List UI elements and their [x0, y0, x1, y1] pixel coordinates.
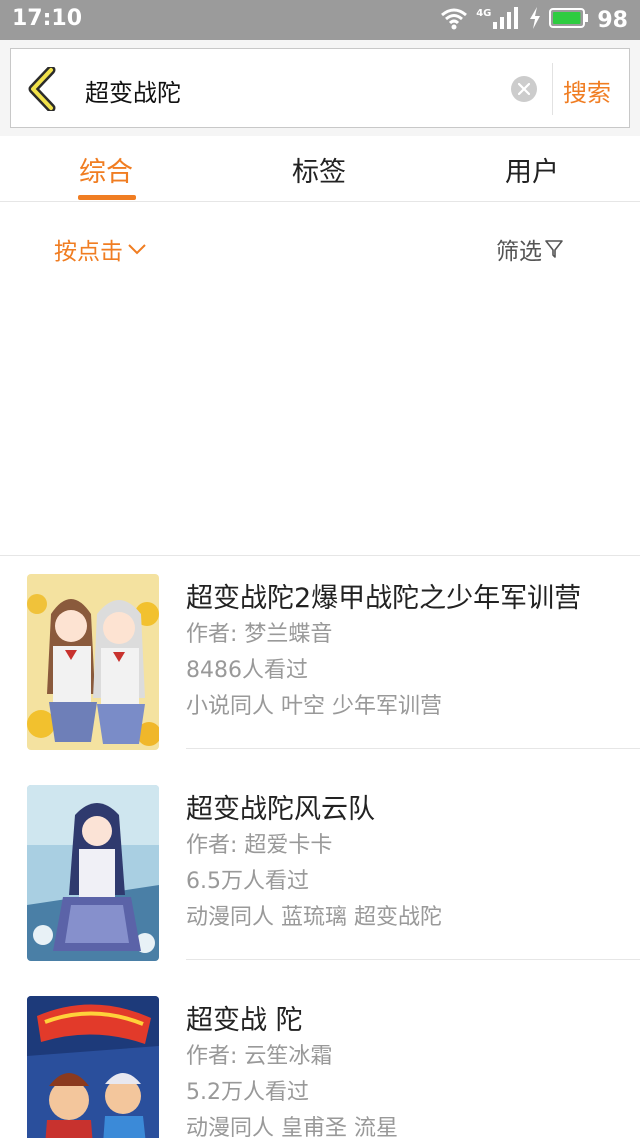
network-type-label: 4G: [476, 7, 492, 19]
back-button[interactable]: [25, 65, 65, 113]
tab-comprehensive[interactable]: 综合: [79, 150, 133, 189]
active-tab-indicator: [78, 195, 136, 200]
search-divider: [552, 63, 553, 115]
tab-bar: 综合 标签 用户: [0, 136, 640, 202]
search-button[interactable]: 搜索: [563, 73, 611, 108]
search-header: 超变战陀 搜索: [0, 40, 640, 136]
sort-label: 按点击: [54, 239, 123, 265]
status-icons: 4G 98: [440, 6, 628, 34]
item-title: 超变战 陀: [186, 1005, 303, 1036]
search-bar: 超变战陀 搜索: [10, 48, 630, 128]
item-views: 5.2万人看过: [186, 1080, 309, 1105]
cover-image: [27, 785, 159, 961]
item-author: 作者: 超爱卡卡: [186, 833, 333, 858]
tab-tags[interactable]: 标签: [292, 150, 346, 189]
clear-search-button[interactable]: [511, 76, 537, 102]
search-input[interactable]: 超变战陀: [85, 73, 181, 108]
filter-bar: 按点击 筛选: [0, 202, 640, 282]
list-item[interactable]: 超变战陀2爆甲战陀之少年军训营 作者: 梦兰蝶音 8486人看过 小说同人 叶空…: [0, 556, 640, 767]
cover-image: [27, 996, 159, 1138]
row-divider: [186, 959, 640, 960]
item-title: 超变战陀风云队: [186, 794, 375, 825]
list-item[interactable]: 超变战 陀 作者: 云笙冰霜 5.2万人看过 动漫同人 皇甫圣 流星: [0, 978, 640, 1138]
battery-percent: 98: [597, 7, 628, 33]
wifi-icon: [440, 6, 468, 34]
status-bar: 17:10 4G 98: [0, 0, 640, 40]
charging-icon: [529, 7, 541, 33]
item-views: 6.5万人看过: [186, 869, 309, 894]
tab-users[interactable]: 用户: [505, 150, 559, 189]
chevron-down-icon: [128, 244, 146, 255]
battery-icon: [549, 7, 589, 33]
signal-icon: [493, 7, 521, 33]
funnel-icon: [545, 240, 563, 258]
item-views: 8486人看过: [186, 658, 308, 683]
item-tags: 动漫同人 蓝琉璃 超变战陀: [186, 905, 442, 930]
item-author: 作者: 梦兰蝶音: [186, 622, 333, 647]
filter-label: 筛选: [496, 239, 542, 265]
item-tags: 动漫同人 皇甫圣 流星: [186, 1116, 398, 1138]
list-item[interactable]: 超变战陀风云队 作者: 超爱卡卡 6.5万人看过 动漫同人 蓝琉璃 超变战陀: [0, 767, 640, 978]
row-divider: [186, 748, 640, 749]
item-title: 超变战陀2爆甲战陀之少年军训营: [186, 583, 582, 614]
item-tags: 小说同人 叶空 少年军训营: [186, 694, 442, 719]
status-time: 17:10: [12, 6, 83, 31]
cover-image: [27, 574, 159, 750]
item-author: 作者: 云笙冰霜: [186, 1044, 333, 1069]
filter-button[interactable]: 筛选: [496, 232, 564, 266]
back-icon: [28, 65, 56, 113]
clear-icon: [518, 83, 530, 95]
sort-dropdown[interactable]: 按点击: [54, 232, 147, 266]
